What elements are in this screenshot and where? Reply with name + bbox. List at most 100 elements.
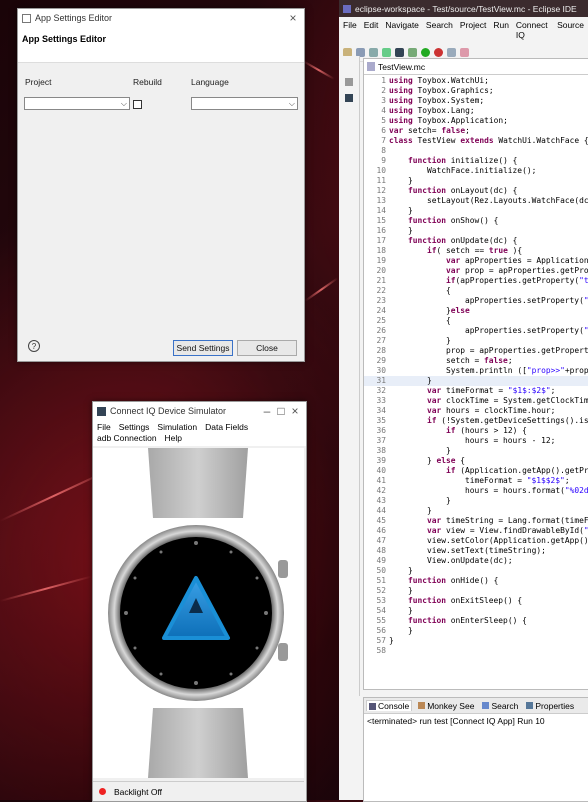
save-all-icon[interactable] bbox=[369, 47, 378, 57]
code-line: 45 var timeString = Lang.format(timeFor bbox=[364, 516, 588, 526]
background-streak bbox=[0, 575, 93, 602]
eclipse-titlebar[interactable]: eclipse-workspace - Test/source/TestView… bbox=[339, 0, 588, 17]
code-line: 12 function onLayout(dc) { bbox=[364, 186, 588, 196]
menu-search[interactable]: Search bbox=[426, 20, 453, 40]
search-icon bbox=[482, 702, 490, 709]
menu-connect-iq[interactable]: Connect IQ bbox=[516, 20, 550, 40]
language-label: Language bbox=[191, 77, 229, 87]
line-number: 1 bbox=[381, 76, 386, 85]
code-text: } bbox=[389, 446, 451, 455]
simulator-statusbar: Backlight Off bbox=[93, 781, 304, 801]
code-line: 5 using Toybox.Application; bbox=[364, 116, 588, 126]
tab-search[interactable]: Search bbox=[480, 701, 520, 711]
menu-settings[interactable]: Settings bbox=[119, 422, 150, 433]
code-line: 53 function onExitSleep() { bbox=[364, 596, 588, 606]
stop-icon[interactable] bbox=[434, 47, 443, 57]
tool-icon[interactable] bbox=[460, 47, 469, 57]
help-button[interactable]: ? bbox=[28, 340, 40, 352]
run-icon[interactable] bbox=[421, 47, 430, 57]
code-line: 15 function onShow() { bbox=[364, 216, 588, 226]
chevron-down-icon: ⌵ bbox=[120, 99, 127, 108]
line-number: 26 bbox=[376, 326, 386, 335]
menu-project[interactable]: Project bbox=[460, 20, 486, 40]
restore-icon[interactable] bbox=[345, 78, 353, 86]
menu-run[interactable]: Run bbox=[493, 20, 509, 40]
code-text: view.setColor(Application.getApp().g bbox=[427, 536, 588, 545]
code-text: function initialize() { bbox=[408, 156, 518, 165]
line-number: 43 bbox=[376, 496, 386, 505]
watch-button bbox=[278, 643, 288, 661]
line-number: 9 bbox=[381, 156, 386, 165]
eclipse-window: eclipse-workspace - Test/source/TestView… bbox=[339, 0, 588, 802]
line-number: 56 bbox=[376, 626, 386, 635]
code-text: } bbox=[389, 496, 451, 505]
console-icon bbox=[369, 702, 376, 710]
code-line: 29 setch = false; bbox=[364, 356, 588, 366]
menu-edit[interactable]: Edit bbox=[364, 20, 379, 40]
tab-properties[interactable]: Properties bbox=[524, 701, 576, 711]
debug-icon[interactable] bbox=[408, 47, 417, 57]
line-number: 42 bbox=[376, 486, 386, 495]
code-line: 26 apProperties.setProperty("ti bbox=[364, 326, 588, 336]
code-text: } bbox=[389, 606, 413, 615]
code-line: 52 } bbox=[364, 586, 588, 596]
close-icon[interactable]: × bbox=[288, 404, 302, 418]
code-text: } bbox=[389, 206, 413, 215]
menu-adb-connection[interactable]: adb Connection bbox=[97, 433, 157, 444]
connectiq-icon[interactable] bbox=[395, 47, 404, 57]
connectiq-icon bbox=[97, 406, 106, 416]
tab-console[interactable]: Console bbox=[366, 700, 413, 711]
build-icon[interactable] bbox=[382, 47, 391, 57]
code-text: hours = hours - 12; bbox=[465, 436, 556, 445]
line-number: 46 bbox=[376, 526, 386, 535]
code-line: 8 bbox=[364, 146, 588, 156]
menu-source[interactable]: Source bbox=[557, 20, 584, 40]
left-trim bbox=[339, 56, 360, 696]
menu-file[interactable]: File bbox=[343, 20, 357, 40]
background-streak bbox=[302, 60, 335, 80]
outline-icon[interactable] bbox=[345, 94, 353, 102]
line-number: 45 bbox=[376, 516, 386, 525]
close-button[interactable]: Close bbox=[237, 340, 297, 356]
project-dropdown[interactable]: ⌵ bbox=[24, 97, 130, 110]
menu-file[interactable]: File bbox=[97, 422, 111, 433]
line-number: 33 bbox=[376, 396, 386, 405]
line-number: 18 bbox=[376, 246, 386, 255]
app-settings-titlebar[interactable]: App Settings Editor × bbox=[18, 9, 304, 27]
tab-monkey-see[interactable]: Monkey See bbox=[416, 701, 476, 711]
maximize-icon[interactable]: □ bbox=[274, 404, 288, 418]
code-text: view.setText(timeString); bbox=[427, 546, 546, 555]
code-line: 9 function initialize() { bbox=[364, 156, 588, 166]
menu-navigate[interactable]: Navigate bbox=[385, 20, 419, 40]
line-number: 32 bbox=[376, 386, 386, 395]
simulator-titlebar[interactable]: Connect IQ Device Simulator – □ × bbox=[93, 402, 306, 420]
code-line: 40 if (Application.getApp().getProp bbox=[364, 466, 588, 476]
code-line: 31 } bbox=[364, 376, 588, 386]
rebuild-checkbox[interactable] bbox=[133, 100, 142, 109]
watch-button bbox=[278, 560, 288, 578]
code-text: function onExitSleep() { bbox=[408, 596, 523, 605]
menu-help[interactable]: Help bbox=[165, 433, 182, 444]
menu-data-fields[interactable]: Data Fields bbox=[205, 422, 248, 433]
properties-icon bbox=[526, 702, 534, 709]
line-number: 38 bbox=[376, 446, 386, 455]
code-text: } bbox=[389, 586, 413, 595]
code-text: var timeFormat = "$1$:$2$"; bbox=[427, 386, 556, 395]
code-text: if( setch == true ){ bbox=[427, 246, 523, 255]
code-editor[interactable]: TestView.mc 1 using Toybox.WatchUi; 2 using… bbox=[363, 58, 588, 690]
editor-tab[interactable]: TestView.mc bbox=[364, 59, 588, 75]
menu-simulation[interactable]: Simulation bbox=[157, 422, 197, 433]
code-text: } bbox=[389, 176, 413, 185]
line-number: 50 bbox=[376, 566, 386, 575]
code-line: 23 apProperties.setProperty("ti bbox=[364, 296, 588, 306]
close-icon[interactable]: × bbox=[286, 11, 300, 25]
editor-tab-label: TestView.mc bbox=[378, 61, 426, 72]
send-settings-button[interactable]: Send Settings bbox=[173, 340, 233, 356]
line-number: 10 bbox=[376, 166, 386, 175]
search-icon[interactable] bbox=[447, 47, 456, 57]
code-line: 54 } bbox=[364, 606, 588, 616]
line-number: 35 bbox=[376, 416, 386, 425]
code-text: hours = hours.format("%02d") bbox=[465, 486, 588, 495]
minimize-icon[interactable]: – bbox=[260, 404, 274, 418]
language-dropdown[interactable]: ⌵ bbox=[191, 97, 298, 110]
